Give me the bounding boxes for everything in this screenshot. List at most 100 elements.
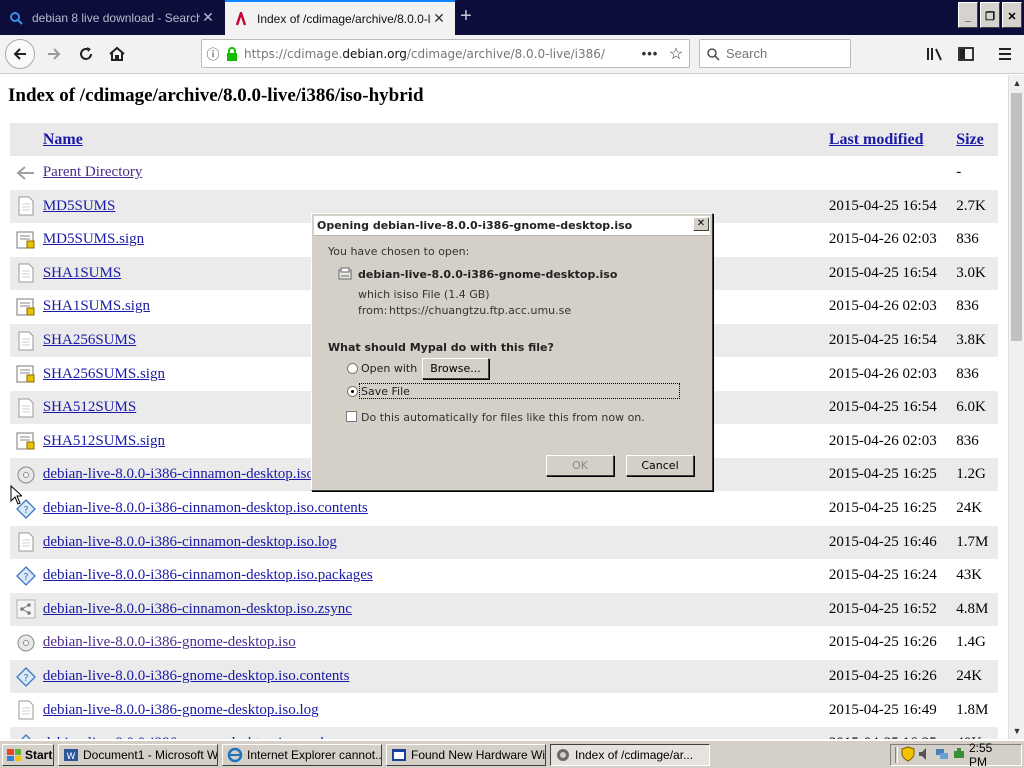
file-link[interactable]: SHA1SUMS [43,265,121,281]
scrollbar-thumb[interactable] [1011,93,1022,341]
file-link[interactable]: debian-live-8.0.0-i386-cinnamon-desktop.… [43,567,373,583]
vertical-scrollbar[interactable]: ▲ ▼ [1008,75,1024,739]
hardware-wizard-icon [391,747,407,763]
open-with-radio[interactable] [347,363,358,374]
file-link[interactable]: debian-live-8.0.0-i386-cinnamon-desktop.… [43,601,352,617]
browse-button[interactable]: Browse... [422,358,489,379]
search-bar[interactable] [699,39,851,68]
taskbar-item-hardware[interactable]: Found New Hardware Wi... [386,744,546,766]
file-link[interactable]: debian-live-8.0.0-i386-gnome-desktop.iso… [43,702,319,718]
ok-button[interactable]: OK [546,455,614,476]
size-cell: 24K [956,668,983,684]
taskbar-item-browser[interactable]: Index of /cdimage/ar... [550,744,710,766]
url-text[interactable]: https://cdimage.debian.org/cdimage/archi… [244,47,637,61]
file-link[interactable]: SHA512SUMS [43,399,136,415]
menu-hamburger-icon[interactable] [990,38,1020,70]
file-link[interactable]: debian-live-8.0.0-i386-gnome-desktop.iso [43,634,296,650]
auto-action-checkbox[interactable] [346,411,357,422]
text-file-icon [10,526,43,559]
auto-action-label[interactable]: Do this automatically for files like thi… [361,411,645,424]
save-file-label[interactable]: Save File [361,385,410,398]
file-link[interactable]: SHA512SUMS.sign [43,433,165,449]
bookmark-star-icon[interactable]: ☆ [663,44,689,64]
url-bar[interactable]: ⓘ https://cdimage.debian.org/cdimage/arc… [201,39,690,68]
size-cell: 24K [956,500,983,516]
reload-icon[interactable] [70,38,102,70]
svg-text:?: ? [24,505,29,516]
tab-label: Index of /cdimage/archive/8.0.0-li [257,11,431,26]
minimize-icon[interactable]: _ [958,2,978,28]
package-list-icon: ? [10,727,43,739]
open-with-label[interactable]: Open with [361,362,417,375]
file-link[interactable]: SHA256SUMS.sign [43,366,165,382]
dialog-close-icon[interactable]: ✕ [693,217,709,231]
sort-by-name-link[interactable]: Name [43,131,83,148]
tab-search[interactable]: debian 8 live download - Search ✕ [0,0,224,35]
file-link[interactable]: debian-live-8.0.0-i386-cinnamon-desktop.… [43,466,314,482]
close-tab-icon[interactable]: ✕ [431,10,447,27]
taskbar-item-ie[interactable]: Internet Explorer cannot... [222,744,382,766]
size-cell: 40K [950,735,998,739]
package-list-icon: ? [10,660,43,693]
scroll-down-arrow-icon[interactable]: ▼ [1009,723,1024,739]
chosen-to-open-text: You have chosen to open: [328,245,470,258]
back-button[interactable] [4,38,36,70]
page-actions-icon[interactable]: ••• [637,46,663,61]
forward-arrow-icon[interactable] [38,38,70,70]
file-type-icon [338,267,352,284]
modified-cell: 2015-04-25 16:25 [828,500,937,516]
close-window-icon[interactable]: ✕ [1002,2,1022,28]
table-header-row: Name Last modified Size [10,123,998,156]
sidebar-icon[interactable] [951,38,981,70]
sort-by-modified-link[interactable]: Last modified [829,131,924,148]
file-link[interactable]: debian-live-8.0.0-i386-gnome-desktop.iso… [43,668,350,684]
table-row: debian-live-8.0.0-i386-gnome-desktop.iso… [10,626,998,659]
clock: 2:55 PM [968,741,993,768]
taskbar-item-label: Internet Explorer cannot... [247,748,382,762]
file-link[interactable]: debian-live-8.0.0-i386-cinnamon-desktop.… [43,534,337,550]
library-icon[interactable] [920,38,950,70]
modified-cell: 2015-04-25 16:25 [829,735,950,739]
search-input[interactable] [726,46,836,61]
table-row: ? debian-live-8.0.0-i386-gnome-desktop.is… [10,660,998,693]
size-cell: 836 [956,231,979,248]
from-label: from: [358,304,388,317]
network-icon[interactable] [935,747,949,764]
tab-debian-index[interactable]: Index of /cdimage/archive/8.0.0-li ✕ [225,0,455,35]
sort-by-size-link[interactable]: Size [956,131,984,148]
file-link[interactable]: SHA1SUMS.sign [43,298,150,314]
svg-text:?: ? [24,572,29,583]
file-link[interactable]: SHA256SUMS [43,332,136,348]
restore-icon[interactable]: ❐ [980,2,1000,28]
save-file-radio[interactable] [347,386,358,397]
search-tab-icon [8,10,24,26]
home-icon[interactable] [101,38,133,70]
file-link[interactable]: MD5SUMS [43,198,116,214]
tab-label: debian 8 live download - Search [32,10,200,25]
modified-cell: 2015-04-25 16:49 [828,701,937,718]
url-path: /cdimage/archive/8.0.0-live/i386/ [406,46,605,61]
taskbar-item-word[interactable]: W Document1 - Microsoft W... [58,744,218,766]
cancel-button[interactable]: Cancel [626,455,694,476]
file-link[interactable]: Parent Directory [43,164,143,180]
size-cell: 1.2G [956,466,986,483]
file-link[interactable]: debian-live-8.0.0-i386-cinnamon-desktop.… [43,500,368,516]
windows-logo-icon [7,749,21,761]
modified-cell: 2015-04-25 16:54 [828,332,937,348]
signature-file-icon [10,290,43,323]
shield-icon[interactable] [901,745,915,765]
name-cell: debian-live-8.0.0-i386-gnome-desktop.iso [43,634,824,651]
scroll-up-arrow-icon[interactable]: ▲ [1009,75,1024,91]
start-button[interactable]: Start [2,744,54,766]
file-link[interactable]: debian-live-8.0.0-i386-gnome-desktop.iso… [43,735,355,739]
file-link[interactable]: MD5SUMS.sign [43,231,144,247]
new-tab-plus-icon[interactable]: + [456,0,476,35]
lock-icon[interactable] [224,46,240,61]
taskbar-item-label: Found New Hardware Wi... [411,748,546,762]
volume-icon[interactable] [918,747,932,764]
parent-directory-icon [10,156,43,189]
safely-remove-icon[interactable] [952,747,966,764]
text-file-icon [10,257,43,290]
close-tab-icon[interactable]: ✕ [200,9,216,26]
info-icon[interactable]: ⓘ [202,44,224,63]
